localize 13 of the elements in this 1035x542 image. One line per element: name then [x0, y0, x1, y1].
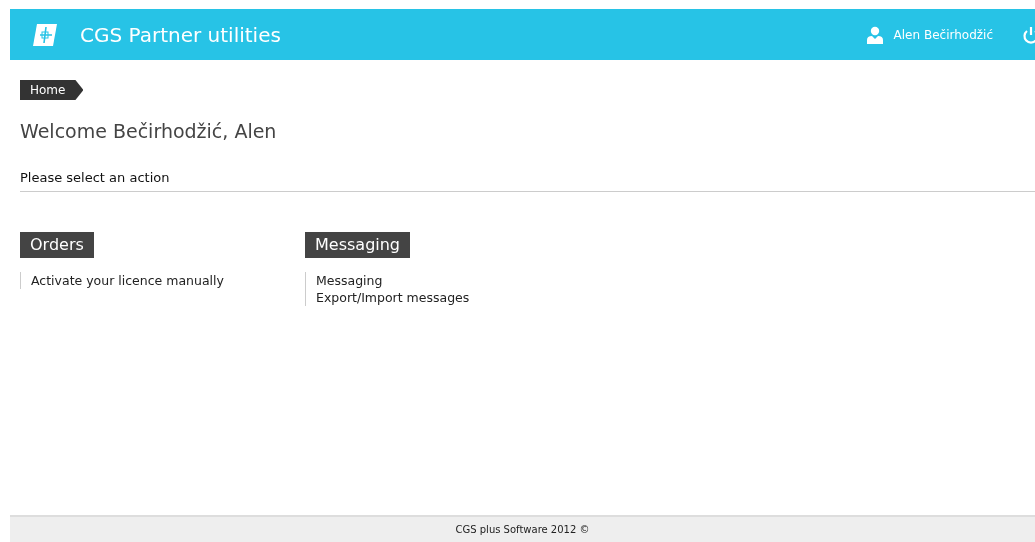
breadcrumb-link[interactable]: Home: [20, 80, 84, 100]
copyright-text: CGS plus Software 2012 ©: [455, 524, 590, 535]
user-icon: [866, 25, 883, 44]
section-heading: Orders: [20, 232, 94, 258]
section-heading: Messaging: [305, 232, 411, 258]
action-link[interactable]: Activate your licence manually: [31, 273, 224, 288]
power-icon[interactable]: [1023, 25, 1035, 44]
logo-icon: [32, 22, 58, 47]
instruction-text: Please select an action: [20, 170, 1035, 192]
welcome-heading: Welcome Bečirhodžić, Alen: [20, 120, 278, 142]
action-link[interactable]: Messaging: [316, 273, 383, 288]
app-title: CGS Partner utilities: [80, 22, 281, 47]
action-link[interactable]: Export/Import messages: [316, 290, 470, 305]
